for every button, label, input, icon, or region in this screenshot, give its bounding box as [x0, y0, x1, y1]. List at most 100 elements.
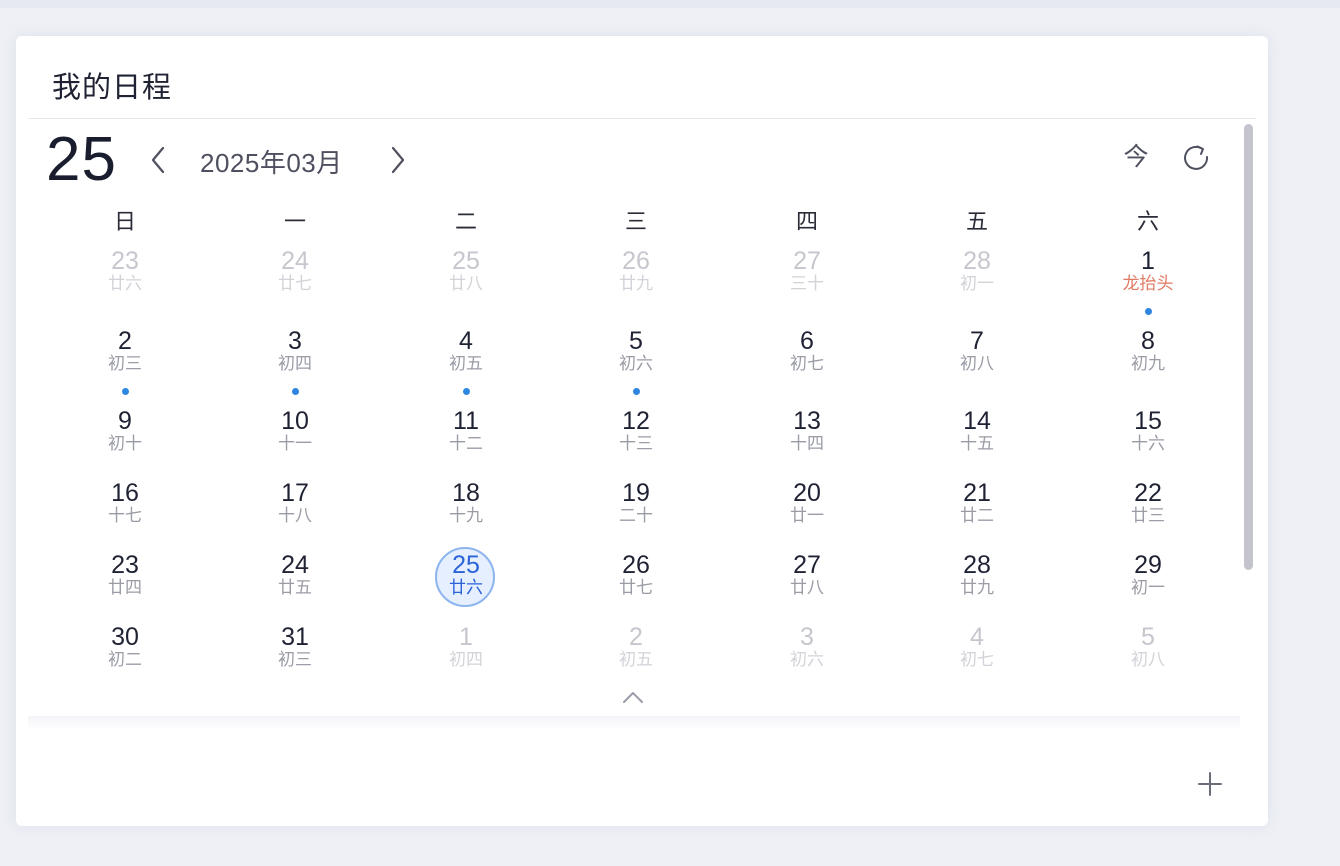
today-icon: 今 — [1123, 142, 1148, 171]
calendar-day-cell[interactable]: 30 初二 — [40, 622, 210, 702]
solar-day: 30 — [111, 623, 139, 651]
calendar-day-cell[interactable]: 8 初九 — [1063, 326, 1233, 406]
event-dot — [292, 388, 299, 395]
lunar-day: 十三 — [619, 434, 653, 453]
solar-day: 4 — [459, 327, 473, 355]
solar-day: 24 — [281, 551, 309, 579]
lunar-day: 初三 — [278, 650, 312, 669]
today-button[interactable]: 今 — [1122, 140, 1150, 174]
calendar-day-cell[interactable]: 5 初八 — [1063, 622, 1233, 702]
panel-divider — [28, 716, 1240, 730]
lunar-day: 初十 — [108, 434, 142, 453]
calendar-day-cell[interactable]: 24 廿七 — [210, 246, 380, 326]
calendar-day-cell[interactable]: 29 初一 — [1063, 550, 1233, 630]
lunar-day: 十五 — [960, 434, 994, 453]
lunar-day: 十六 — [1131, 434, 1165, 453]
calendar-day-cell[interactable]: 17 十八 — [210, 478, 380, 558]
calendar-day-cell[interactable]: 27 三十 — [722, 246, 892, 326]
calendar-day-cell[interactable]: 7 初八 — [892, 326, 1062, 406]
calendar-day-cell[interactable]: 23 廿六 — [40, 246, 210, 326]
solar-day: 28 — [963, 247, 991, 275]
calendar-day-cell[interactable]: 4 初七 — [892, 622, 1062, 702]
lunar-day: 初一 — [1131, 578, 1165, 597]
calendar-day-cell[interactable]: 6 初七 — [722, 326, 892, 406]
calendar-day-cell[interactable]: 13 十四 — [722, 406, 892, 486]
solar-day: 4 — [970, 623, 984, 651]
next-month-button[interactable] — [382, 140, 412, 180]
solar-day: 11 — [453, 407, 479, 435]
event-dot — [463, 388, 470, 395]
calendar-day-cell[interactable]: 3 初四 — [210, 326, 380, 406]
calendar-day-cell[interactable]: 5 初六 — [551, 326, 721, 406]
calendar-day-cell[interactable]: 19 二十 — [551, 478, 721, 558]
lunar-day: 初六 — [790, 650, 824, 669]
scrollbar-thumb[interactable] — [1244, 124, 1253, 570]
solar-day: 17 — [281, 479, 309, 507]
lunar-day: 初二 — [108, 650, 142, 669]
lunar-day: 初四 — [449, 650, 483, 669]
solar-day: 10 — [281, 407, 309, 435]
lunar-day: 初八 — [1131, 650, 1165, 669]
solar-day: 22 — [1134, 479, 1162, 507]
calendar-day-cell[interactable]: 12 十三 — [551, 406, 721, 486]
solar-day: 15 — [1134, 407, 1162, 435]
calendar-day-cell[interactable]: 1 初四 — [381, 622, 551, 702]
solar-day: 6 — [800, 327, 814, 355]
calendar-day-cell[interactable]: 27 廿八 — [722, 550, 892, 630]
event-dot — [122, 388, 129, 395]
calendar-day-cell[interactable]: 28 廿九 — [892, 550, 1062, 630]
lunar-day: 十九 — [449, 506, 483, 525]
solar-day: 9 — [118, 407, 132, 435]
lunar-day: 廿六 — [449, 578, 483, 597]
collapse-calendar-button[interactable] — [620, 688, 646, 706]
calendar-day-cell[interactable]: 2 初三 — [40, 326, 210, 406]
lunar-day: 廿六 — [108, 274, 142, 293]
calendar-day-cell[interactable]: 25 廿八 — [381, 246, 551, 326]
calendar-day-cell[interactable]: 20 廿一 — [722, 478, 892, 558]
calendar-day-cell[interactable]: 31 初三 — [210, 622, 380, 702]
solar-day: 25 — [452, 551, 480, 579]
calendar-day-cell[interactable]: 9 初十 — [40, 406, 210, 486]
refresh-button[interactable] — [1180, 140, 1212, 174]
lunar-day: 十一 — [278, 434, 312, 453]
solar-day: 3 — [288, 327, 302, 355]
calendar-day-cell[interactable]: 23 廿四 — [40, 550, 210, 630]
calendar-day-cell[interactable]: 18 十九 — [381, 478, 551, 558]
event-dot — [1145, 308, 1152, 315]
lunar-day: 初五 — [449, 354, 483, 373]
calendar-day-cell[interactable]: 3 初六 — [722, 622, 892, 702]
calendar-day-cell[interactable]: 11 十二 — [381, 406, 551, 486]
calendar-day-cell[interactable]: 26 廿七 — [551, 550, 721, 630]
festival-label: 龙抬头 — [1122, 274, 1174, 293]
weekday-tue: 二 — [454, 209, 477, 234]
calendar-day-cell[interactable]: 22 廿三 — [1063, 478, 1233, 558]
month-label[interactable]: 2025年03月 — [200, 143, 343, 180]
lunar-day: 二十 — [619, 506, 653, 525]
calendar-day-cell[interactable]: 14 十五 — [892, 406, 1062, 486]
lunar-day: 初四 — [278, 354, 312, 373]
add-schedule-button[interactable] — [1196, 770, 1224, 798]
calendar-day-cell[interactable]: 28 初一 — [892, 246, 1062, 326]
solar-day: 29 — [1134, 551, 1162, 579]
solar-day: 3 — [800, 623, 814, 651]
calendar-day-cell[interactable]: 15 十六 — [1063, 406, 1233, 486]
calendar-day-cell[interactable]: 26 廿九 — [551, 246, 721, 326]
calendar-day-cell[interactable]: 10 十一 — [210, 406, 380, 486]
solar-day: 8 — [1141, 327, 1155, 355]
calendar-day-cell[interactable]: 21 廿二 — [892, 478, 1062, 558]
weekday-sat: 六 — [1136, 209, 1159, 234]
calendar-day-cell[interactable]: 25 廿六 — [381, 547, 551, 630]
prev-month-button[interactable] — [144, 140, 174, 180]
selected-day-number: 25 — [46, 125, 117, 194]
calendar-day-cell[interactable]: 1 龙抬头 — [1063, 246, 1233, 326]
lunar-day: 廿二 — [960, 506, 994, 525]
lunar-day: 初七 — [790, 354, 824, 373]
solar-day: 26 — [622, 551, 650, 579]
lunar-day: 廿八 — [449, 274, 483, 293]
calendar-day-cell[interactable]: 4 初五 — [381, 326, 551, 406]
lunar-day: 十四 — [790, 434, 824, 453]
lunar-day: 初七 — [960, 650, 994, 669]
calendar-day-cell[interactable]: 24 廿五 — [210, 550, 380, 630]
calendar-day-cell[interactable]: 16 十七 — [40, 478, 210, 558]
solar-day: 21 — [963, 479, 991, 507]
